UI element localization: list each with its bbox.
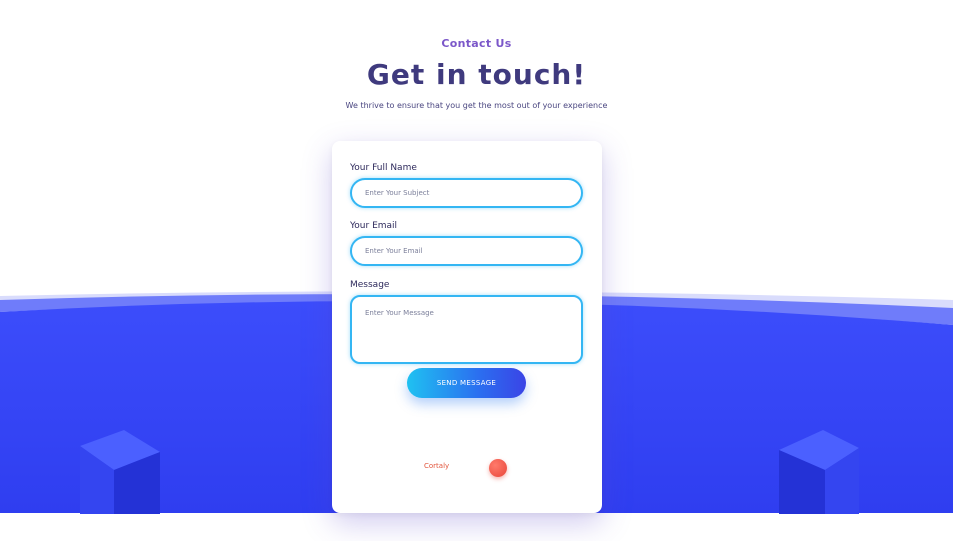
- message-textarea[interactable]: [350, 295, 583, 364]
- brand-name: Cortaly: [424, 462, 450, 470]
- send-message-button[interactable]: SEND MESSAGE: [407, 368, 526, 398]
- full-name-input[interactable]: [350, 178, 583, 208]
- full-name-label: Your Full Name: [350, 163, 417, 173]
- page-title: Get in touch!: [366, 58, 587, 91]
- message-label: Message: [350, 280, 390, 290]
- page-subtitle: We thrive to ensure that you get the mos…: [345, 101, 608, 110]
- cube-right-icon: [779, 430, 859, 514]
- brand-dot-icon: [489, 459, 507, 477]
- cube-left-icon: [80, 430, 160, 514]
- email-label: Your Email: [350, 221, 398, 231]
- email-input[interactable]: [350, 236, 583, 266]
- contact-form-card: Your Full Name Your Email Message SEND M…: [332, 141, 602, 513]
- section-eyebrow: Contact Us: [441, 37, 512, 50]
